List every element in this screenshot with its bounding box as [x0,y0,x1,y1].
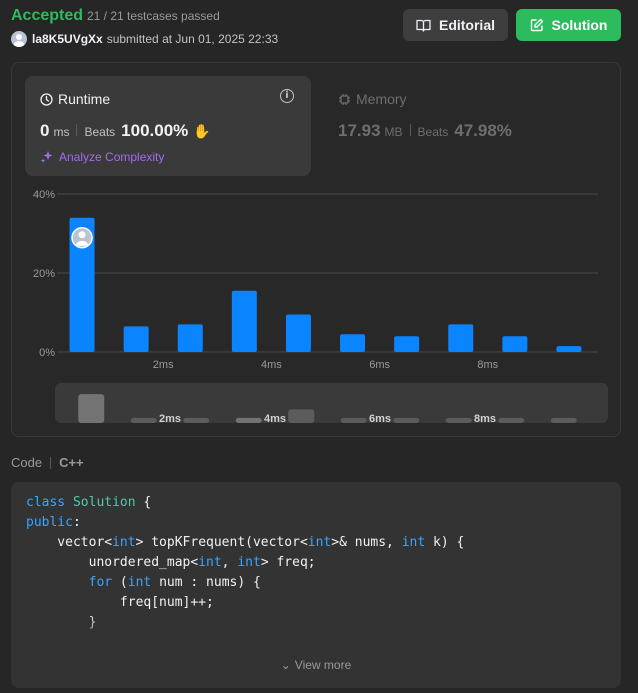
runtime-beats-value: 100.00% [121,121,189,140]
navigator-bar [445,417,472,423]
navigator-bar [183,417,210,423]
memory-unit: MB [384,125,403,139]
chip-icon [339,93,350,105]
runtime-panel[interactable]: Runtime i 0 ms Beats 100.00% ✋ Analyze C… [25,76,311,176]
sparkle-icon [40,151,53,163]
memory-value: 17.93 [338,121,381,140]
performance-card: Runtime i 0 ms Beats 100.00% ✋ Analyze C… [11,62,621,437]
runtime-values: 0 ms Beats 100.00% ✋ [40,121,211,141]
y-tick-label: 40% [33,189,55,201]
divider [76,124,78,136]
memory-title[interactable]: Memory [338,91,407,107]
navigator-bar [78,394,105,423]
editorial-button[interactable]: Editorial [403,9,508,41]
chart-bar[interactable] [556,346,582,352]
navigator-bar [130,417,157,423]
edit-icon [530,18,543,32]
chevrons-down-icon: ⌄ [280,658,291,672]
testcases-summary: 21 / 21 testcases passed [87,9,220,23]
x-tick-label: 6ms [369,359,390,371]
user-avatar[interactable] [11,31,27,47]
info-icon[interactable]: i [280,89,294,103]
book-icon [416,19,431,32]
memory-title-label: Memory [356,91,407,107]
avatar-head [78,231,86,239]
code-language: C++ [59,455,84,470]
chart-bar[interactable] [177,324,203,352]
navigator-tick-label: 6ms [369,413,391,423]
navigator-bar [393,417,420,423]
clap-icon: ✋ [193,124,211,140]
editorial-label: Editorial [438,17,495,33]
navigator-tick-label: 8ms [474,413,496,423]
navigator-bar [498,417,525,423]
x-tick-label: 4ms [261,359,282,371]
navigator-mini-chart[interactable]: 2ms 4ms 6ms 8ms [55,383,608,423]
code-header: Code C++ [11,455,84,470]
chart-bar[interactable] [123,326,149,352]
code-fade-overlay [11,612,621,688]
memory-values: 17.93 MB Beats 47.98% [338,121,512,141]
navigator-bar [340,417,367,423]
runtime-title-label: Runtime [58,91,111,107]
solution-button[interactable]: Solution [516,9,621,41]
submitted-at: submitted at Jun 01, 2025 22:33 [106,32,279,46]
chart-bar[interactable] [340,334,366,352]
memory-beats-label: Beats [417,125,449,139]
runtime-title: Runtime [40,91,110,107]
solution-label: Solution [551,17,608,33]
divider [50,456,52,469]
navigator-bar [235,417,262,423]
analyze-complexity-label: Analyze Complexity [59,150,165,164]
clock-icon [40,92,53,106]
divider [409,124,411,136]
y-tick-label: 20% [33,268,55,280]
username-link[interactable]: la8K5UVgXx [32,32,103,46]
x-tick-label: 8ms [477,359,498,371]
x-tick-label: 2ms [153,359,174,371]
code-block[interactable]: class Solution { public: vector<int> top… [11,482,621,688]
your-submission-avatar [71,226,93,249]
memory-beats-value: 47.98% [454,121,512,140]
chart-bar[interactable] [448,324,474,352]
navigator-bar [550,417,577,423]
status-label: Accepted [11,7,84,24]
analyze-complexity-link[interactable]: Analyze Complexity [40,150,164,164]
chart-bar[interactable] [285,314,311,352]
submission-header: Accepted 21 / 21 testcases passed la8K5U… [0,0,638,56]
navigator-tick-label: 4ms [264,413,286,423]
runtime-beats-label: Beats [84,125,116,139]
runtime-value: 0 [40,121,50,140]
chart-bar[interactable] [231,290,257,352]
runtime-unit: ms [53,125,70,139]
code-label: Code [11,455,43,470]
submission-info: la8K5UVgXx submitted at Jun 01, 2025 22:3… [32,32,278,46]
view-more-label: View more [294,658,352,672]
chart-bar[interactable] [394,336,420,352]
navigator-tick-label: 2ms [159,413,181,423]
navigator-bar [288,409,315,423]
y-tick-label: 0% [39,347,55,359]
view-more-button[interactable]: ⌄ View more [11,658,621,672]
chart-bar[interactable] [502,336,528,352]
